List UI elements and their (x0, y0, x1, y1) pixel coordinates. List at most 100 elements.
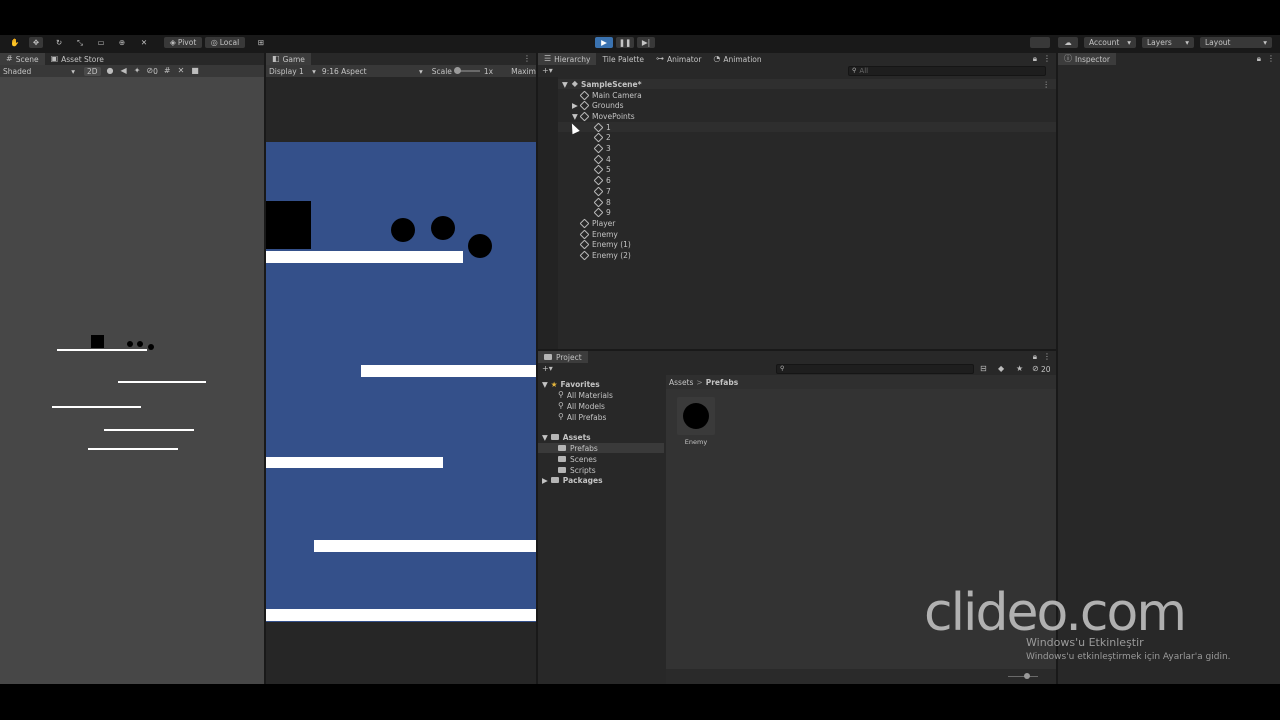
hierarchy-item[interactable]: 9 (558, 207, 1056, 218)
tab-inspector[interactable]: ⓘ Inspector (1058, 53, 1116, 65)
icon-size-slider[interactable] (1008, 676, 1038, 677)
prefab-tile[interactable] (677, 397, 715, 435)
pivot-toggle[interactable]: ◈ Pivot (164, 37, 202, 48)
hand-tool-icon[interactable]: ✋ (8, 37, 22, 48)
project-search-input[interactable]: ⚲ (776, 364, 974, 374)
hierarchy-item[interactable]: 7 (558, 186, 1056, 197)
camera-icon[interactable]: ■ (191, 67, 199, 75)
scene-menu-icon[interactable]: ⋮ (1043, 80, 1051, 89)
scene-root-row[interactable]: ▼ ◆ SampleScene* ⋮ (558, 79, 1056, 89)
packages-row[interactable]: ▶ Packages (542, 475, 603, 485)
scale-slider-thumb[interactable] (453, 67, 461, 74)
favorite-item[interactable]: ⚲ All Prefabs (558, 412, 606, 422)
shading-dropdown[interactable]: Shaded ▾ (0, 67, 78, 76)
enemy-ball (468, 234, 492, 258)
collab-button[interactable] (1030, 37, 1050, 48)
hierarchy-item[interactable]: Enemy (558, 229, 1056, 240)
favorite-item[interactable]: ⚲ All Models (558, 401, 605, 411)
hidden-packages-icon[interactable]: ⊘ (1032, 365, 1039, 373)
search-by-type-icon[interactable]: ⊟ (980, 365, 987, 373)
tab-game[interactable]: ◧ Game (266, 53, 311, 65)
panel-menu-icon[interactable]: ⋮ (1043, 353, 1051, 361)
audio-icon[interactable]: ◀ (121, 67, 127, 75)
lock-icon[interactable]: 🔒︎ (1257, 55, 1261, 63)
step-icon: ▶| (641, 38, 651, 47)
maximize-toggle[interactable]: Maxim (511, 67, 536, 76)
custom-tool-icon[interactable]: ✕ (137, 37, 151, 48)
grid-icon[interactable]: # (164, 67, 171, 75)
tab-tile-palette[interactable]: Tile Palette (596, 53, 650, 65)
add-icon[interactable]: +▾ (542, 365, 553, 373)
hierarchy-item-label: 4 (606, 154, 611, 164)
hierarchy-item[interactable]: 6 (558, 175, 1056, 186)
tools-icon[interactable]: ✕ (178, 67, 185, 75)
unity-editor: ✋ ✥ ↻ ⤡ ▭ ⊕ ✕ ◈ Pivot ◎ Local ⊞ ▶ ❚❚ ▶| ☁ … (0, 35, 1280, 684)
tab-scene[interactable]: # Scene (0, 53, 45, 65)
hierarchy-item[interactable]: 4 (558, 154, 1056, 165)
hierarchy-search-input[interactable]: ⚲ All (848, 66, 1046, 76)
favorites-row[interactable]: ▼ ★ Favorites (542, 379, 600, 389)
rotate-tool-icon[interactable]: ↻ (52, 37, 66, 48)
local-toggle[interactable]: ◎ Local (205, 37, 245, 48)
icon-size-slider-thumb[interactable] (1024, 673, 1030, 679)
tab-asset-store[interactable]: ▣ Asset Store (45, 53, 110, 65)
layout-dropdown[interactable]: Layout ▾ (1200, 37, 1272, 48)
hierarchy-item[interactable]: 5 (558, 164, 1056, 175)
step-button[interactable]: ▶| (637, 37, 655, 48)
pause-button[interactable]: ❚❚ (616, 37, 634, 48)
effects-icon[interactable]: ✦ (134, 67, 141, 75)
hierarchy-item[interactable]: Player (558, 218, 1056, 229)
breadcrumb-current[interactable]: Prefabs (706, 378, 738, 387)
transform-tool-icon[interactable]: ⊕ (115, 37, 129, 48)
account-dropdown[interactable]: Account ▾ (1084, 37, 1136, 48)
aspect-dropdown[interactable]: 9:16 Aspect ▾ (322, 67, 426, 76)
folder-scenes-row[interactable]: Scenes (558, 454, 597, 464)
panel-menu-icon[interactable]: ⋮ (523, 55, 531, 63)
folder-scripts-row[interactable]: Scripts (558, 465, 596, 475)
hierarchy-item[interactable]: 8 (558, 197, 1056, 207)
scale-slider[interactable] (453, 67, 480, 74)
folder-prefabs-row[interactable]: Prefabs (538, 443, 664, 453)
gameobject-cube-icon (593, 186, 604, 197)
tab-project[interactable]: Project (538, 351, 588, 363)
move-tool-icon[interactable]: ✥ (29, 37, 43, 48)
favorite-star-icon[interactable]: ★ (1016, 365, 1023, 373)
lock-icon[interactable]: 🔒︎ (1033, 353, 1037, 361)
display-dropdown[interactable]: Display 1 ▾ (266, 67, 318, 76)
gameobject-cube-icon (579, 90, 590, 100)
scene-viewport[interactable] (0, 77, 264, 684)
lighting-icon[interactable]: ● (107, 67, 114, 75)
hierarchy-item[interactable]: 2 (558, 132, 1056, 143)
game-viewport[interactable] (266, 77, 536, 684)
hierarchy-item[interactable]: ▼ MovePoints (558, 111, 1056, 122)
hierarchy-item[interactable]: Enemy (2) (558, 250, 1056, 261)
tab-animation[interactable]: ◔ Animation (707, 53, 767, 65)
hierarchy-item[interactable]: ▶ Grounds (558, 100, 1056, 111)
panel-menu-icon[interactable]: ⋮ (1267, 55, 1275, 63)
rect-tool-icon[interactable]: ▭ (94, 37, 108, 48)
unity-scene-icon: ◆ (571, 79, 578, 88)
search-by-label-icon[interactable]: ◆ (998, 365, 1004, 373)
hierarchy-item[interactable]: 3 (558, 143, 1056, 154)
lock-icon[interactable]: 🔒︎ (1033, 55, 1037, 63)
hierarchy-item-label: 7 (606, 186, 611, 196)
tab-animator[interactable]: ⊶ Animator (650, 53, 707, 65)
scale-tool-icon[interactable]: ⤡ (73, 37, 87, 48)
hierarchy-item[interactable]: 1 (558, 122, 1056, 133)
hierarchy-item[interactable]: Enemy (1) (558, 239, 1056, 250)
hidden-objects-icon[interactable]: ⊘ (146, 67, 153, 75)
play-button[interactable]: ▶ (595, 37, 613, 48)
hierarchy-item[interactable]: Main Camera (558, 90, 1056, 100)
layers-dropdown[interactable]: Layers ▾ (1142, 37, 1194, 48)
panel-menu-icon[interactable]: ⋮ (1043, 55, 1051, 63)
tab-hierarchy[interactable]: ☰ Hierarchy (538, 53, 597, 65)
favorite-item[interactable]: ⚲ All Materials (558, 390, 613, 400)
scene-platform (52, 406, 141, 408)
2d-toggle[interactable]: 2D (84, 66, 101, 76)
prefab-label: Enemy (684, 438, 708, 446)
grid-snap-icon[interactable]: ⊞ (254, 37, 268, 48)
add-icon[interactable]: +▾ (542, 67, 553, 75)
cloud-icon[interactable]: ☁ (1058, 37, 1078, 48)
breadcrumb-root[interactable]: Assets (669, 378, 693, 387)
assets-row[interactable]: ▼ Assets (542, 432, 591, 442)
